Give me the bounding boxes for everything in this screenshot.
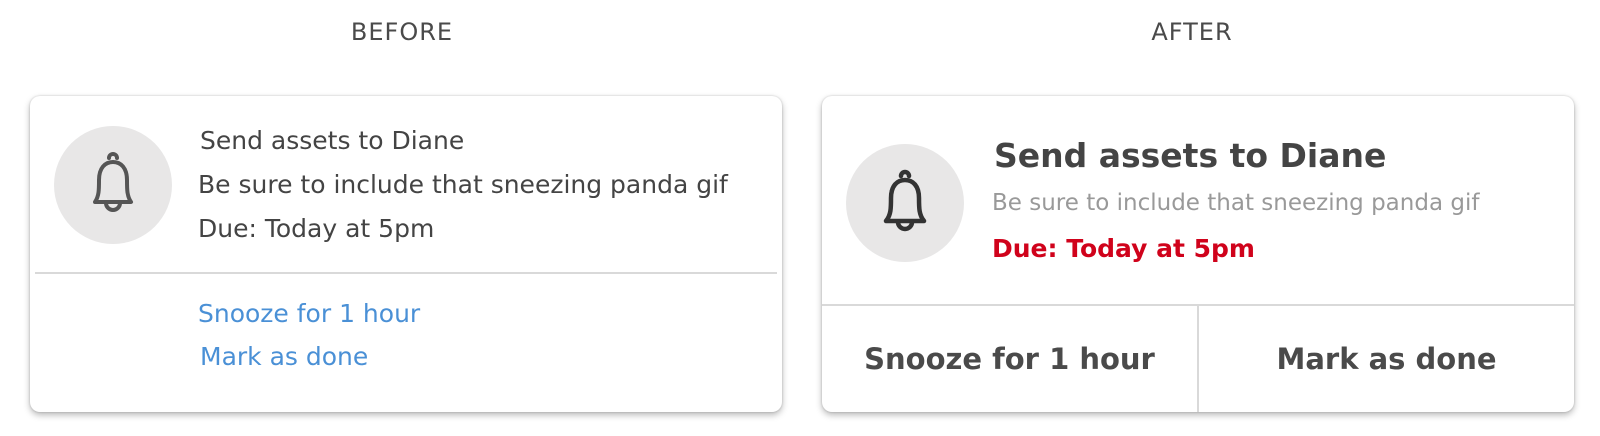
bell-icon <box>93 152 133 212</box>
after-heading: AFTER <box>1151 18 1233 46</box>
snooze-button[interactable]: Snooze for 1 hour <box>822 306 1197 412</box>
snooze-button[interactable]: Snooze for 1 hour <box>198 299 420 328</box>
bell-icon-container <box>846 144 964 262</box>
notification-body: Be sure to include that sneezing panda g… <box>198 170 728 199</box>
divider <box>35 272 777 274</box>
mark-done-button[interactable]: Mark as done <box>1199 306 1574 412</box>
before-notification-card: Send assets to Diane Be sure to include … <box>30 96 782 412</box>
bell-icon <box>883 169 927 232</box>
notification-title: Send assets to Diane <box>200 126 465 155</box>
notification-title: Send assets to Diane <box>994 136 1387 175</box>
before-heading: BEFORE <box>350 18 454 46</box>
notification-body: Be sure to include that sneezing panda g… <box>992 190 1480 216</box>
after-notification-card: Send assets to Diane Be sure to include … <box>822 96 1574 412</box>
notification-due: Due: Today at 5pm <box>198 214 435 243</box>
mark-done-button[interactable]: Mark as done <box>200 342 368 371</box>
bell-icon-container <box>54 126 172 244</box>
notification-due: Due: Today at 5pm <box>992 234 1255 263</box>
